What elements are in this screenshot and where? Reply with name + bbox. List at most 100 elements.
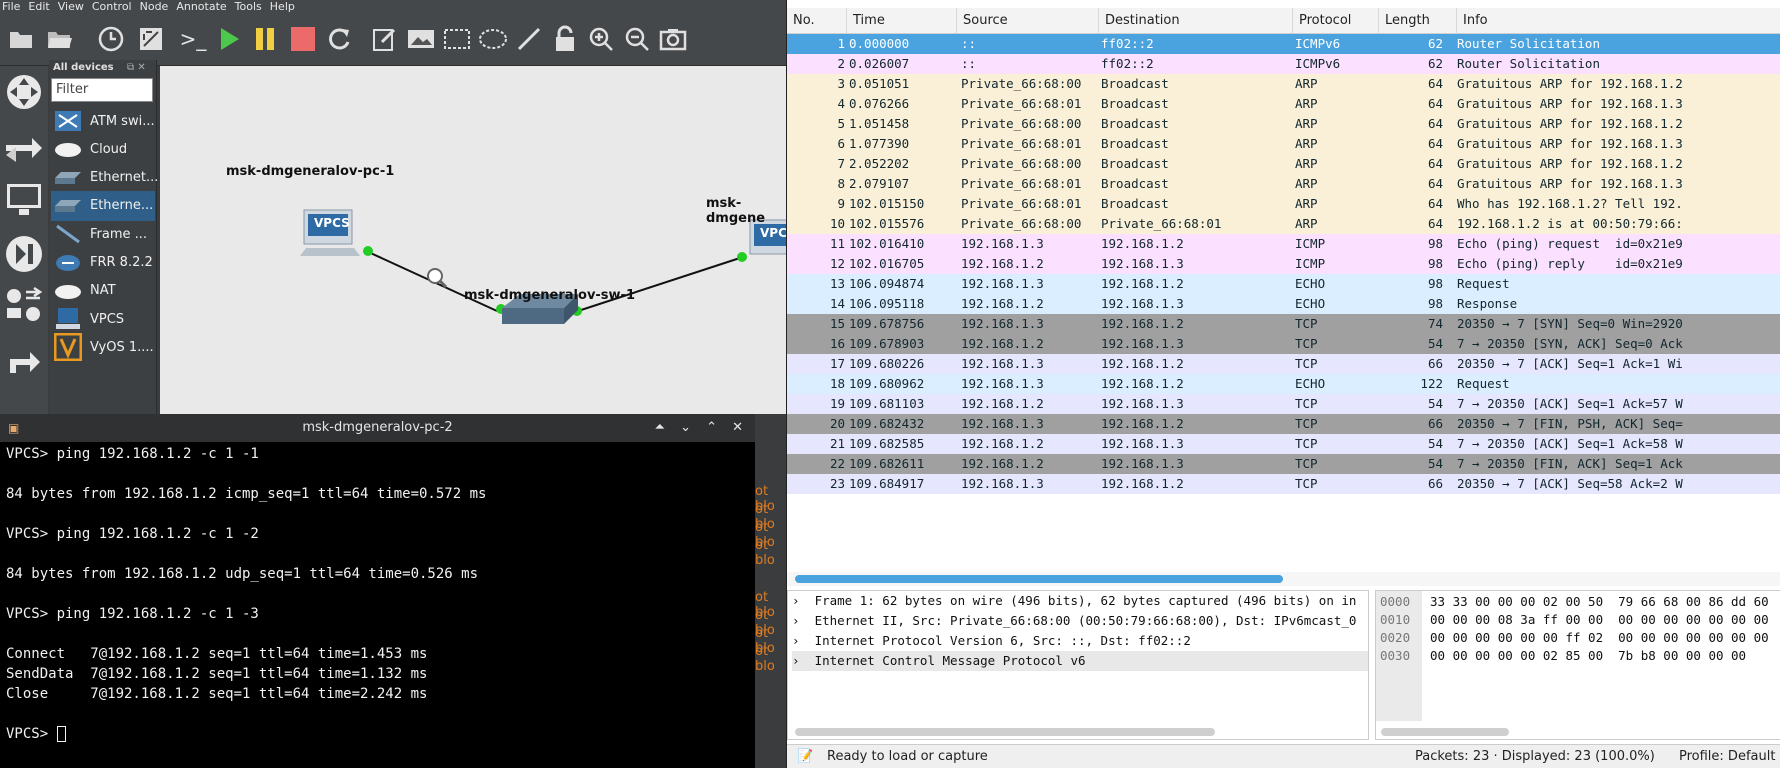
devices-filter-input[interactable]: Filter: [51, 78, 153, 102]
menu-node[interactable]: Node: [138, 0, 175, 14]
zoom-in-icon[interactable]: [586, 24, 616, 54]
chevron-down-icon[interactable]: ⌄: [680, 414, 691, 442]
column-header-no[interactable]: No.: [787, 8, 847, 34]
packet-row[interactable]: 14 106.095118 192.168.1.2 192.168.1.3 ECHO 98…: [787, 294, 1780, 314]
packet-list-scrollbar[interactable]: [787, 572, 1780, 586]
device-item[interactable]: VPCS: [51, 304, 155, 334]
add-link-icon[interactable]: [4, 340, 44, 380]
packet-row[interactable]: 7 2.052202 Private_66:68:00 Broadcast ARP 64 G…: [787, 154, 1780, 174]
packet-bytes-pane[interactable]: 0000 0010 0020 0030 33 33 00 00 00 02 00 50…: [1375, 590, 1780, 740]
column-header-protocol[interactable]: Protocol: [1293, 8, 1379, 34]
packet-row[interactable]: 5 1.051458 Private_66:68:00 Broadcast ARP 64 G…: [787, 114, 1780, 134]
screenshot-icon[interactable]: [658, 24, 688, 54]
packet-row[interactable]: 1 0.000000:: ff02::2 ICMPv6 62 Router Solicit…: [787, 34, 1780, 54]
add-note-icon[interactable]: [370, 24, 400, 54]
packet-row[interactable]: 12 102.016705 192.168.1.2 192.168.1.3 ICMP 98…: [787, 254, 1780, 274]
packet-row[interactable]: 9 102.015150 Private_66:68:01 Broadcast ARP 6…: [787, 194, 1780, 214]
packet-row[interactable]: 3 0.051051 Private_66:68:00 Broadcast ARP 64 G…: [787, 74, 1780, 94]
packet-row[interactable]: 10 102.015576 Private_66:68:00 Private_66:6…: [787, 214, 1780, 234]
column-header-info[interactable]: Info: [1457, 8, 1780, 34]
preferences-icon[interactable]: [136, 24, 166, 54]
pc1-label[interactable]: msk-dmgeneralov-pc-1: [226, 164, 394, 179]
device-item[interactable]: FRR 8.2.2: [51, 248, 155, 278]
open-project-icon[interactable]: [44, 24, 74, 54]
topology-canvas[interactable]: msk-dmgeneralov-pc-1 VPCS msk-dmgeneralo…: [160, 66, 787, 414]
new-project-icon[interactable]: [6, 24, 36, 54]
start-all-icon[interactable]: [214, 24, 244, 54]
draw-rectangle-icon[interactable]: [442, 24, 472, 54]
menu-help[interactable]: Help: [268, 0, 301, 14]
device-item[interactable]: NAT: [51, 276, 155, 306]
stop-all-icon[interactable]: [288, 24, 318, 54]
details-scrollbar-thumb[interactable]: [795, 728, 1215, 736]
suspend-all-icon[interactable]: [250, 24, 280, 54]
packet-row[interactable]: 16 109.678903 192.168.1.2 192.168.1.3 TCP 54 7…: [787, 334, 1780, 354]
scrollbar-thumb[interactable]: [795, 575, 1283, 583]
routers-category-icon[interactable]: [4, 72, 44, 112]
device-item[interactable]: Cloud: [51, 134, 155, 164]
packet-row[interactable]: 22 109.682611 192.168.1.2 192.168.1.3 TCP 54 7…: [787, 454, 1780, 474]
chevron-right-icon[interactable]: ›: [792, 593, 815, 608]
device-item[interactable]: Etherne...: [51, 190, 155, 221]
bytes-scrollbar-thumb[interactable]: [1381, 728, 1509, 736]
detail-tree-item[interactable]: › Ethernet II, Src: Private_66:68:00 (00…: [792, 611, 1368, 631]
menu-tools[interactable]: Tools: [233, 0, 268, 14]
column-header-length[interactable]: Length: [1379, 8, 1457, 34]
packet-row[interactable]: 2 0.026007:: ff02::2 ICMPv6 62 Router Solicit…: [787, 54, 1780, 74]
packet-list[interactable]: 1 0.000000:: ff02::2 ICMPv6 62 Router Solicit…: [787, 34, 1780, 496]
reload-all-icon[interactable]: [324, 24, 354, 54]
packet-row[interactable]: 4 0.076266 Private_66:68:01 Broadcast ARP 64 G…: [787, 94, 1780, 114]
packet-row[interactable]: 8 2.079107 Private_66:68:01 Broadcast ARP 64 G…: [787, 174, 1780, 194]
keep-above-icon[interactable]: ⏶: [655, 414, 665, 442]
menu-view[interactable]: View: [56, 0, 90, 14]
packet-row[interactable]: 6 1.077390 Private_66:68:01 Broadcast ARP 64 G…: [787, 134, 1780, 154]
chevron-right-icon[interactable]: ›: [792, 613, 815, 628]
draw-line-icon[interactable]: [514, 24, 544, 54]
packet-row[interactable]: 18 109.680962 192.168.1.3 192.168.1.2 ECHO 12…: [787, 374, 1780, 394]
device-item[interactable]: Ethernet...: [51, 163, 158, 193]
switches-category-icon[interactable]: [4, 130, 44, 170]
sw1-label[interactable]: msk-dmgeneralov-sw-1: [464, 288, 635, 303]
column-header-destination[interactable]: Destination: [1099, 8, 1293, 34]
device-item[interactable]: VyOS 1....: [51, 332, 155, 362]
chevron-up-icon[interactable]: ⌃: [706, 414, 717, 442]
expert-info-icon[interactable]: 📝: [797, 749, 813, 764]
packet-row[interactable]: 13 106.094874 192.168.1.3 192.168.1.2 ECHO 98…: [787, 274, 1780, 294]
hex-bytes[interactable]: 33 33 00 00 00 02 00 50 79 66 68 00 86 d…: [1430, 593, 1769, 611]
close-icon[interactable]: ✕: [732, 414, 743, 442]
clock-icon[interactable]: [96, 24, 126, 54]
security-devices-category-icon[interactable]: [4, 234, 44, 274]
hex-bytes[interactable]: 00 00 00 00 00 02 85 00 7b b8 00 00 00 0…: [1430, 647, 1746, 665]
chevron-right-icon[interactable]: ›: [792, 633, 815, 648]
draw-ellipse-icon[interactable]: [478, 24, 508, 54]
menu-control[interactable]: Control: [90, 0, 138, 14]
packet-row[interactable]: 20 109.682432 192.168.1.3 192.168.1.2 TCP 66 2…: [787, 414, 1780, 434]
packet-row[interactable]: 15 109.678756 192.168.1.3 192.168.1.2 TCP 74 2…: [787, 314, 1780, 334]
device-item[interactable]: ATM swi...: [51, 106, 155, 136]
column-header-time[interactable]: Time: [847, 8, 957, 34]
detail-tree-item[interactable]: › Frame 1: 62 bytes on wire (496 bits), …: [792, 591, 1368, 611]
pc2-label[interactable]: msk-dmgene: [706, 196, 786, 226]
terminal-output[interactable]: VPCS> ping 192.168.1.2 -c 1 -1 84 bytes f…: [6, 444, 751, 766]
status-profile[interactable]: Profile: Default: [1679, 749, 1775, 764]
all-devices-category-icon[interactable]: [4, 284, 44, 324]
device-item[interactable]: Frame ...: [51, 219, 155, 249]
packet-row[interactable]: 21 109.682585 192.168.1.2 192.168.1.3 TCP 54 7…: [787, 434, 1780, 454]
panel-float-close-icon[interactable]: ⧉ ✕: [127, 62, 151, 74]
console-all-icon[interactable]: >_: [178, 24, 208, 54]
menu-annotate[interactable]: Annotate: [174, 0, 232, 14]
packet-details-pane[interactable]: › Frame 1: 62 bytes on wire (496 bits), …: [787, 590, 1369, 740]
packet-row[interactable]: 17 109.680226 192.168.1.3 192.168.1.2 TCP 66 2…: [787, 354, 1780, 374]
insert-image-icon[interactable]: [406, 24, 436, 54]
hex-bytes[interactable]: 00 00 00 00 00 00 ff 02 00 00 00 00 00 0…: [1430, 629, 1769, 647]
detail-tree-item[interactable]: › Internet Control Message Protocol v6: [792, 651, 1368, 671]
menu-file[interactable]: File: [0, 0, 26, 14]
zoom-out-icon[interactable]: [622, 24, 652, 54]
packet-row[interactable]: 23 109.684917 192.168.1.3 192.168.1.2 TCP 66 2…: [787, 474, 1780, 494]
packet-row[interactable]: 19 109.681103 192.168.1.2 192.168.1.3 TCP 54 7…: [787, 394, 1780, 414]
terminal-window[interactable]: ▣ msk-dmgeneralov-pc-2 ⏶ ⌄ ⌃ ✕ VPCS> pin…: [0, 414, 755, 768]
lock-icon[interactable]: [550, 24, 580, 54]
hex-bytes[interactable]: 00 00 00 08 3a ff 00 00 00 00 00 00 00 0…: [1430, 611, 1769, 629]
chevron-right-icon[interactable]: ›: [792, 653, 815, 668]
menu-edit[interactable]: Edit: [26, 0, 55, 14]
